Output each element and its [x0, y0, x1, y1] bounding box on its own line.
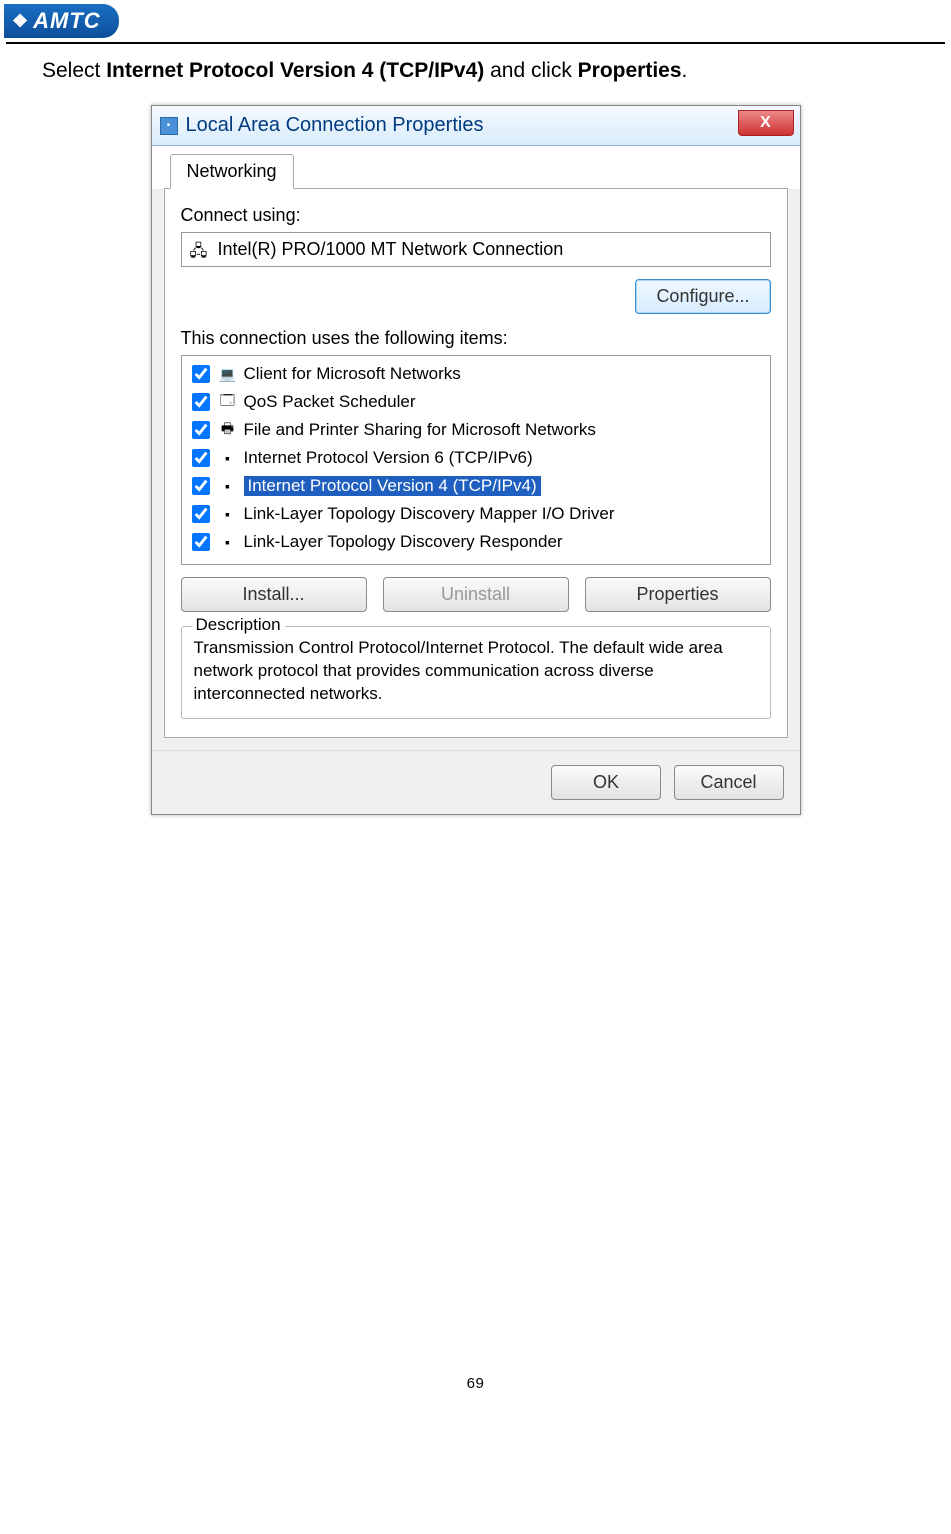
instr-pre: Select: [42, 59, 106, 82]
tabstrip: Networking: [152, 146, 800, 189]
page-number: 69: [0, 855, 951, 1422]
adapter-icon: 🖧: [190, 240, 210, 260]
list-item[interactable]: ▪ Link-Layer Topology Discovery Mapper I/…: [184, 500, 768, 528]
description-text: Transmission Control Protocol/Internet P…: [194, 637, 758, 706]
item-label: Client for Microsoft Networks: [244, 364, 461, 384]
item-checkbox[interactable]: [192, 365, 210, 383]
protocol-icon: ▪: [218, 506, 238, 522]
item-label: File and Printer Sharing for Microsoft N…: [244, 420, 596, 440]
dialog-titlebar[interactable]: • Local Area Connection Properties X: [152, 106, 800, 146]
close-icon: X: [760, 114, 771, 132]
item-label: Internet Protocol Version 6 (TCP/IPv6): [244, 448, 533, 468]
protocol-icon: 💻: [218, 366, 238, 382]
item-checkbox[interactable]: [192, 505, 210, 523]
logo-icon: ❖: [12, 11, 29, 32]
list-item[interactable]: ▪ Internet Protocol Version 4 (TCP/IPv4): [184, 472, 768, 500]
ok-button[interactable]: OK: [551, 765, 661, 800]
list-item[interactable]: 🗔 QoS Packet Scheduler: [184, 388, 768, 416]
list-item[interactable]: ▪ Internet Protocol Version 6 (TCP/IPv6): [184, 444, 768, 472]
description-title: Description: [192, 615, 285, 635]
network-icon: •: [160, 117, 178, 135]
item-label: QoS Packet Scheduler: [244, 392, 416, 412]
properties-button[interactable]: Properties: [585, 577, 771, 612]
dialog-footer: OK Cancel: [152, 750, 800, 814]
dialog-title: Local Area Connection Properties: [186, 114, 484, 137]
item-label: Internet Protocol Version 4 (TCP/IPv4): [244, 476, 541, 496]
item-checkbox[interactable]: [192, 533, 210, 551]
bullet-icon: [8, 56, 42, 85]
protocol-icon: 🖶: [218, 422, 238, 438]
item-checkbox[interactable]: [192, 477, 210, 495]
description-group: Description Transmission Control Protoco…: [181, 626, 771, 719]
instr-post: .: [682, 59, 688, 82]
brand-logo: ❖ AMTC: [4, 4, 119, 38]
item-checkbox[interactable]: [192, 421, 210, 439]
item-checkbox[interactable]: [192, 393, 210, 411]
items-listbox[interactable]: 💻 Client for Microsoft Networks 🗔 QoS Packe…: [181, 355, 771, 565]
instr-b2: Properties: [578, 59, 682, 82]
properties-dialog: • Local Area Connection Properties X Net…: [151, 105, 801, 815]
list-item[interactable]: ▪ Link-Layer Topology Discovery Responder: [184, 528, 768, 556]
items-label: This connection uses the following items…: [181, 328, 771, 349]
protocol-icon: ▪: [218, 478, 238, 494]
adapter-name: Intel(R) PRO/1000 MT Network Connection: [218, 239, 564, 260]
instr-mid: and click: [484, 59, 577, 82]
logo-bar: ❖ AMTC: [0, 0, 951, 42]
protocol-icon: ▪: [218, 450, 238, 466]
instruction-text: Select Internet Protocol Version 4 (TCP/…: [42, 56, 943, 85]
install-button[interactable]: Install...: [181, 577, 367, 612]
adapter-field[interactable]: 🖧 Intel(R) PRO/1000 MT Network Connectio…: [181, 232, 771, 267]
close-button[interactable]: X: [738, 110, 794, 136]
logo-text: AMTC: [33, 8, 101, 34]
instruction-line: Select Internet Protocol Version 4 (TCP/…: [0, 52, 951, 105]
uninstall-button: Uninstall: [383, 577, 569, 612]
protocol-icon: ▪: [218, 534, 238, 550]
instr-b1: Internet Protocol Version 4 (TCP/IPv4): [106, 59, 484, 82]
list-item[interactable]: 🖶 File and Printer Sharing for Microsoft …: [184, 416, 768, 444]
tab-networking[interactable]: Networking: [170, 154, 294, 189]
item-label: Link-Layer Topology Discovery Mapper I/O…: [244, 504, 615, 524]
list-item[interactable]: 💻 Client for Microsoft Networks: [184, 360, 768, 388]
item-label: Link-Layer Topology Discovery Responder: [244, 532, 563, 552]
connect-using-label: Connect using:: [181, 205, 771, 226]
configure-button[interactable]: Configure...: [635, 279, 770, 314]
protocol-icon: 🗔: [218, 394, 238, 410]
cancel-button[interactable]: Cancel: [674, 765, 784, 800]
header-divider: [6, 42, 945, 44]
tab-content: Connect using: 🖧 Intel(R) PRO/1000 MT Ne…: [164, 188, 788, 738]
item-checkbox[interactable]: [192, 449, 210, 467]
